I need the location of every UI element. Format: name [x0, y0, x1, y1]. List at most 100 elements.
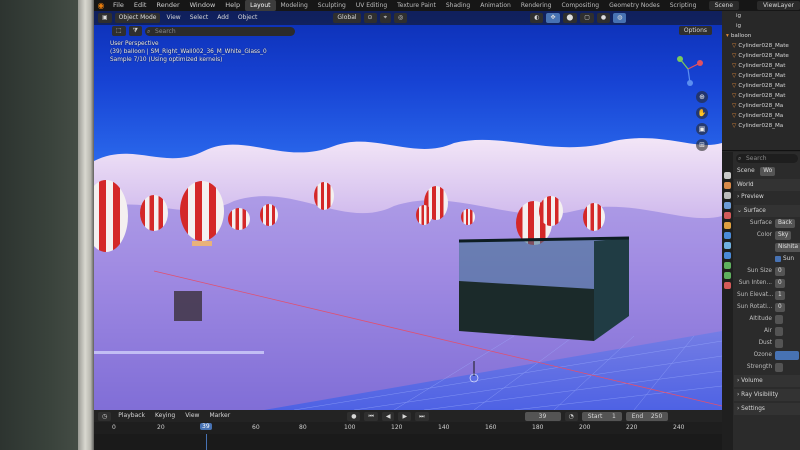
start-frame-field[interactable]: Start 1	[581, 411, 622, 421]
timeline-ruler[interactable]: 0 20 39 60 80 100 120 140 160 180 200 22…	[94, 422, 722, 434]
outliner-row[interactable]: ▽ Cylinder028_Mat	[722, 91, 800, 101]
preview-range-icon[interactable]: ◔	[564, 411, 578, 421]
viewport-search-input[interactable]: ⌕ Search	[145, 26, 296, 36]
viewport-menu-add[interactable]: Add	[214, 13, 232, 23]
visibility-icon[interactable]: ◐	[530, 13, 544, 23]
material-tab-icon[interactable]	[724, 282, 731, 289]
blender-logo-icon[interactable]: ◉	[94, 0, 108, 11]
constraints-tab-icon[interactable]	[724, 262, 731, 269]
tab-layout[interactable]: Layout	[245, 0, 276, 11]
current-frame-marker[interactable]: 39	[200, 423, 212, 430]
outliner-row[interactable]: ▽ Cylinder028_Ma	[722, 111, 800, 121]
jump-end-icon[interactable]: ⏭	[415, 411, 429, 421]
dust-field[interactable]	[775, 339, 783, 348]
camera-view-icon[interactable]: ▣	[696, 123, 708, 135]
shading-solid-icon[interactable]: ●	[596, 13, 611, 23]
3d-viewport[interactable]: ▣ Object Mode View Select Add Object Glo…	[94, 11, 722, 410]
ray-visibility-panel[interactable]: › Ray Visibility	[734, 389, 800, 401]
data-tab-icon[interactable]	[724, 272, 731, 279]
menu-window[interactable]: Window	[185, 0, 221, 11]
pivot-icon[interactable]: ⊙	[363, 13, 377, 23]
tab-sculpting[interactable]: Sculpting	[313, 0, 351, 11]
xray-icon[interactable]: ▢	[580, 13, 594, 23]
transform-orientation-dropdown[interactable]: Global	[333, 13, 361, 23]
viewport-menu-select[interactable]: Select	[187, 13, 212, 23]
marker-menu[interactable]: Marker	[206, 411, 233, 421]
render-tab-icon[interactable]	[724, 182, 731, 189]
timeline-view-menu[interactable]: View	[182, 411, 202, 421]
tab-texture-paint[interactable]: Texture Paint	[392, 0, 441, 11]
tool-tab-icon[interactable]	[724, 172, 731, 179]
settings-panel[interactable]: › Settings	[734, 403, 800, 415]
surface-shader-selector[interactable]: Back	[775, 219, 796, 228]
filter-icon[interactable]: ⧩	[128, 26, 143, 36]
shading-rendered-icon[interactable]: ◍	[613, 13, 627, 23]
world-tab-icon[interactable]	[724, 212, 731, 219]
play-icon[interactable]: ▶	[398, 411, 412, 421]
view-layer-selector[interactable]: ViewLayer	[757, 1, 800, 10]
physics-tab-icon[interactable]	[724, 252, 731, 259]
sun-disc-row[interactable]: Sun	[734, 253, 800, 265]
object-tab-icon[interactable]	[724, 222, 731, 229]
snap-icon[interactable]: ⌖	[379, 13, 391, 23]
ozone-field[interactable]	[775, 351, 799, 360]
jump-start-icon[interactable]: ⏮	[364, 411, 378, 421]
select-box-icon[interactable]: ⬚	[112, 26, 126, 36]
viewport-menu-view[interactable]: View	[163, 13, 183, 23]
autokey-icon[interactable]: ●	[347, 411, 361, 421]
outliner-row[interactable]: ig	[722, 21, 800, 31]
tab-shading[interactable]: Shading	[441, 0, 475, 11]
modifier-tab-icon[interactable]	[724, 232, 731, 239]
color-input-selector[interactable]: Sky	[775, 231, 792, 240]
editor-type-button[interactable]: ▣	[98, 13, 112, 23]
world-datablock-row[interactable]: World	[734, 179, 800, 191]
air-field[interactable]	[775, 327, 783, 336]
view-layer-tab-icon[interactable]	[724, 202, 731, 209]
scene-selector[interactable]: Scene	[708, 1, 740, 10]
outliner-row[interactable]: ▽ Cylinder028_Ma	[722, 121, 800, 131]
strength-field[interactable]	[775, 363, 783, 372]
outliner-row[interactable]: ▽ Cylinder028_Ma	[722, 101, 800, 111]
object-mode-dropdown[interactable]: Object Mode	[114, 13, 161, 23]
outliner-row[interactable]: ▽ Cylinder028_Mate	[722, 51, 800, 61]
zoom-icon[interactable]: ⊕	[696, 91, 708, 103]
tab-scripting[interactable]: Scripting	[665, 0, 702, 11]
tab-rendering[interactable]: Rendering	[516, 0, 557, 11]
options-button[interactable]: Options	[678, 26, 712, 35]
menu-edit[interactable]: Edit	[129, 0, 152, 11]
menu-file[interactable]: File	[108, 0, 129, 11]
surface-panel[interactable]: ⌄ Surface	[734, 205, 800, 217]
overlay-toggle-icon[interactable]: ⬤	[562, 13, 578, 23]
sun-disc-checkbox[interactable]	[775, 255, 781, 262]
keying-menu[interactable]: Keying	[152, 411, 178, 421]
gizmo-toggle-icon[interactable]: ✥	[546, 13, 560, 23]
tab-compositing[interactable]: Compositing	[556, 0, 604, 11]
outliner[interactable]: ig ig ▾ balloon ▽ Cylinder028_Mate ▽ Cylind…	[722, 11, 800, 151]
perspective-grid-icon[interactable]: ⊞	[696, 139, 708, 151]
outliner-row[interactable]: ▽ Cylinder028_Mat	[722, 61, 800, 71]
playhead[interactable]	[206, 434, 207, 450]
sky-type-dropdown[interactable]: Nishita	[775, 243, 800, 252]
sun-rotation-field[interactable]: 0	[775, 303, 785, 312]
proportional-edit-icon[interactable]: ◎	[393, 13, 408, 23]
play-reverse-icon[interactable]: ◀	[381, 411, 395, 421]
viewport-menu-object[interactable]: Object	[235, 13, 261, 23]
menu-help[interactable]: Help	[220, 0, 245, 11]
output-tab-icon[interactable]	[724, 192, 731, 199]
outliner-row[interactable]: ig	[722, 11, 800, 21]
tab-uv-editing[interactable]: UV Editing	[351, 0, 392, 11]
end-frame-field[interactable]: End 250	[625, 411, 669, 421]
pan-hand-icon[interactable]: ✋	[696, 107, 708, 119]
world-selector[interactable]: Wo	[760, 167, 776, 176]
navigation-gizmo[interactable]	[670, 51, 706, 87]
sun-elevation-field[interactable]: 1	[775, 291, 785, 300]
altitude-field[interactable]	[775, 315, 783, 324]
menu-render[interactable]: Render	[151, 0, 184, 11]
timeline-editor-type-icon[interactable]: ◷	[98, 411, 112, 421]
outliner-row[interactable]: ▽ Cylinder028_Mat	[722, 71, 800, 81]
playback-menu[interactable]: Playback	[115, 411, 148, 421]
outliner-collection-balloon[interactable]: ▾ balloon	[722, 31, 800, 41]
tab-modeling[interactable]: Modeling	[276, 0, 313, 11]
tab-animation[interactable]: Animation	[475, 0, 516, 11]
timeline-track[interactable]	[94, 434, 722, 450]
